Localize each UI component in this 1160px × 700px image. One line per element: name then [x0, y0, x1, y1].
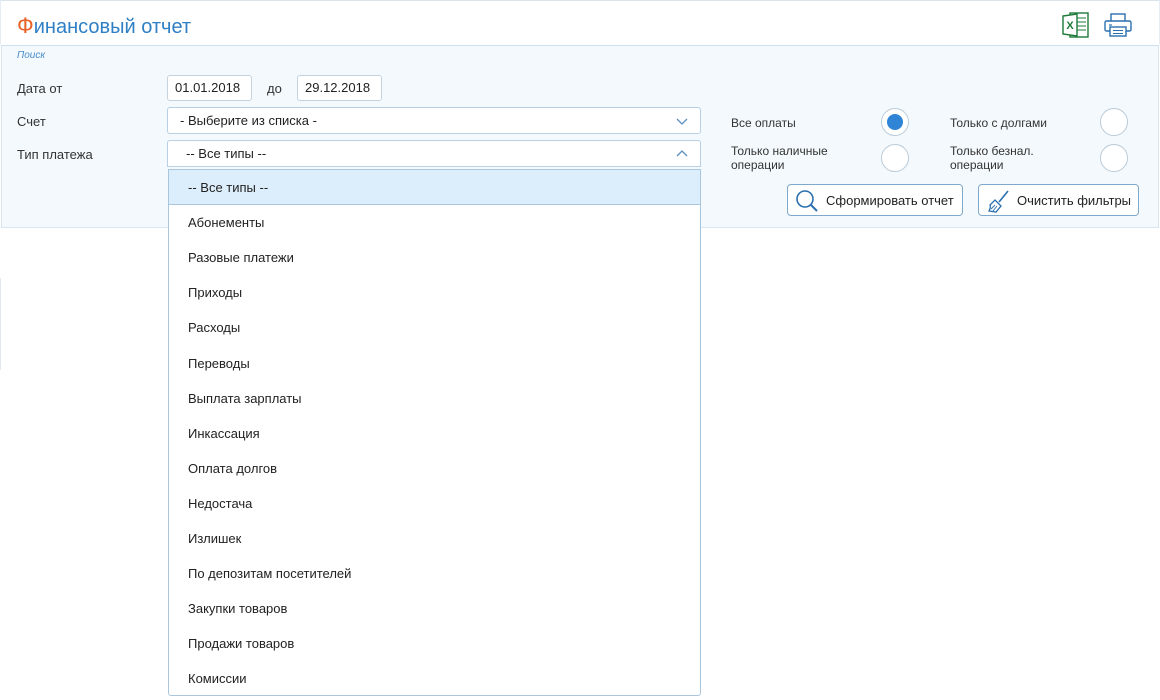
financial-report-page: Финансовый отчет X Поиск Дата от 01.01.2…: [0, 0, 1160, 700]
dropdown-option[interactable]: -- Все типы --: [169, 170, 700, 205]
date-from-input[interactable]: 01.01.2018: [167, 75, 252, 101]
clear-filters-button[interactable]: Очистить фильтры: [978, 184, 1139, 216]
dropdown-option[interactable]: Абонементы: [169, 205, 700, 240]
dropdown-option[interactable]: Закупки товаров: [169, 591, 700, 626]
chevron-up-icon: [676, 150, 688, 157]
radio-all-payments-label: Все оплаты: [731, 116, 796, 130]
radio-all-payments[interactable]: [881, 108, 909, 136]
dropdown-option[interactable]: Приходы: [169, 275, 700, 310]
generate-report-button-label: Сформировать отчет: [826, 193, 954, 208]
generate-report-button[interactable]: Сформировать отчет: [787, 184, 963, 216]
broom-icon: [988, 190, 1009, 213]
page-title-rest: инансовый отчет: [33, 16, 192, 38]
excel-export-icon[interactable]: X: [1062, 12, 1090, 38]
date-to-label: до: [267, 81, 282, 96]
search-icon: [796, 190, 818, 212]
radio-only-cash-label-line2: операции: [731, 158, 785, 172]
dropdown-option[interactable]: Продажи товаров: [169, 626, 700, 661]
radio-only-noncash-label: Только безнал. операции: [950, 144, 1034, 172]
account-label: Счет: [17, 114, 46, 129]
page-title-first-letter: Ф: [17, 13, 34, 38]
dropdown-option[interactable]: Переводы: [169, 346, 700, 381]
dropdown-option[interactable]: Разовые платежи: [169, 240, 700, 275]
payment-type-dropdown: -- Все типы -- Абонементы Разовые платежи П…: [168, 169, 701, 696]
page-title: Финансовый отчет: [17, 13, 191, 39]
radio-only-debts[interactable]: [1100, 108, 1128, 136]
dropdown-option[interactable]: Инкассация: [169, 416, 700, 451]
dropdown-option[interactable]: Выплата зарплаты: [169, 381, 700, 416]
radio-only-cash-label: Только наличные операции: [731, 144, 828, 172]
chevron-down-icon: [676, 118, 688, 125]
clear-filters-button-label: Очистить фильтры: [1017, 193, 1132, 208]
payment-type-label: Тип платежа: [17, 147, 93, 162]
search-caption: Поиск: [17, 50, 46, 61]
dropdown-option[interactable]: Расходы: [169, 310, 700, 345]
payment-type-select-value: -- Все типы --: [186, 146, 267, 161]
dropdown-option[interactable]: Недостача: [169, 486, 700, 521]
radio-only-noncash[interactable]: [1100, 144, 1128, 172]
dropdown-option[interactable]: Комиссии: [169, 661, 700, 695]
radio-only-cash[interactable]: [881, 144, 909, 172]
radio-only-debts-label: Только с долгами: [950, 116, 1047, 130]
dropdown-option[interactable]: Оплата долгов: [169, 451, 700, 486]
payment-type-select[interactable]: -- Все типы --: [167, 140, 701, 167]
radio-only-noncash-label-line1: Только безнал.: [950, 144, 1034, 158]
dropdown-option[interactable]: Излишек: [169, 521, 700, 556]
printer-icon[interactable]: [1103, 13, 1133, 37]
divider: [0, 278, 1, 370]
date-from-label: Дата от: [17, 81, 63, 96]
radio-only-noncash-label-line2: операции: [950, 158, 1004, 172]
account-select[interactable]: - Выберите из списка -: [167, 107, 701, 134]
date-to-input[interactable]: 29.12.2018: [297, 75, 382, 101]
account-select-value: - Выберите из списка -: [180, 113, 317, 128]
page-header: Финансовый отчет X: [0, 0, 1160, 45]
dropdown-option[interactable]: По депозитам посетителей: [169, 556, 700, 591]
svg-text:X: X: [1066, 20, 1074, 32]
radio-only-cash-label-line1: Только наличные: [731, 144, 828, 158]
